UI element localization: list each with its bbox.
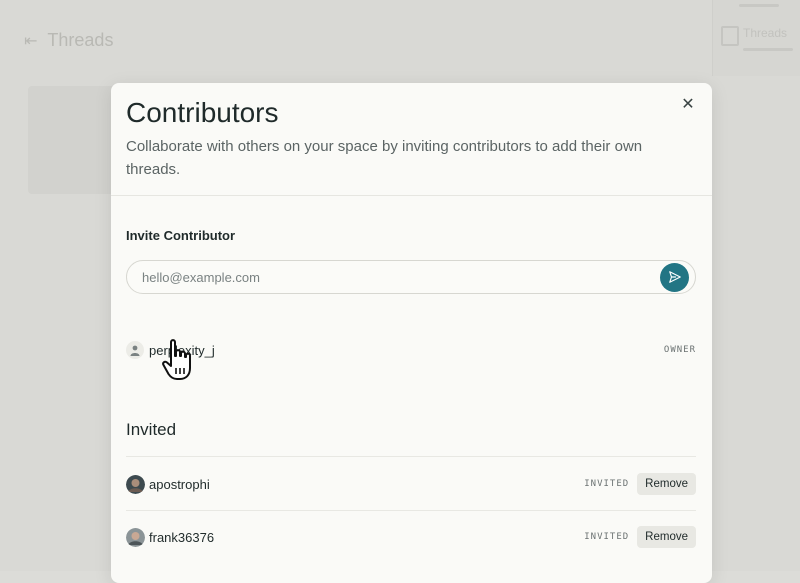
remove-button[interactable]: Remove	[637, 526, 696, 548]
avatar	[126, 527, 145, 547]
back-arrow-icon: ⇤	[24, 32, 38, 50]
side-panel-label: Threads	[743, 26, 788, 40]
owner-row: perplexity_j OWNER	[126, 339, 696, 361]
send-invite-button[interactable]	[660, 262, 689, 292]
contributors-modal: ✕ Contributors Collaborate with others o…	[111, 83, 712, 583]
invite-contributor-label: Invite Contributor	[126, 228, 236, 243]
user-icon	[126, 341, 144, 359]
invited-row: apostrophi INVITED Remove	[126, 472, 696, 496]
row-divider	[126, 456, 696, 457]
back-link-label: Threads	[47, 30, 114, 50]
back-link: ⇤ Threads	[24, 30, 113, 51]
document-icon	[721, 26, 739, 46]
invited-status-badge: INVITED	[584, 532, 630, 542]
owner-role-badge: OWNER	[663, 345, 696, 355]
background-side-panel: Threads	[712, 0, 800, 76]
send-icon	[668, 271, 681, 283]
invite-email-input[interactable]	[127, 268, 660, 286]
invited-row: frank36376 INVITED Remove	[126, 525, 696, 549]
header-divider	[111, 195, 712, 196]
hand-cursor-icon	[162, 339, 191, 380]
remove-button[interactable]: Remove	[637, 473, 696, 495]
modal-description: Collaborate with others on your space by…	[126, 138, 643, 178]
avatar	[126, 474, 145, 494]
row-divider	[126, 510, 696, 511]
invited-heading: Invited	[126, 420, 177, 439]
invited-status-badge: INVITED	[584, 479, 630, 489]
invite-field-wrapper	[126, 260, 696, 294]
background-card	[28, 86, 118, 194]
close-icon[interactable]: ✕	[680, 97, 696, 113]
invited-name: apostrophi	[149, 476, 210, 492]
modal-title: Contributors	[126, 97, 279, 128]
invited-name: frank36376	[149, 529, 215, 545]
